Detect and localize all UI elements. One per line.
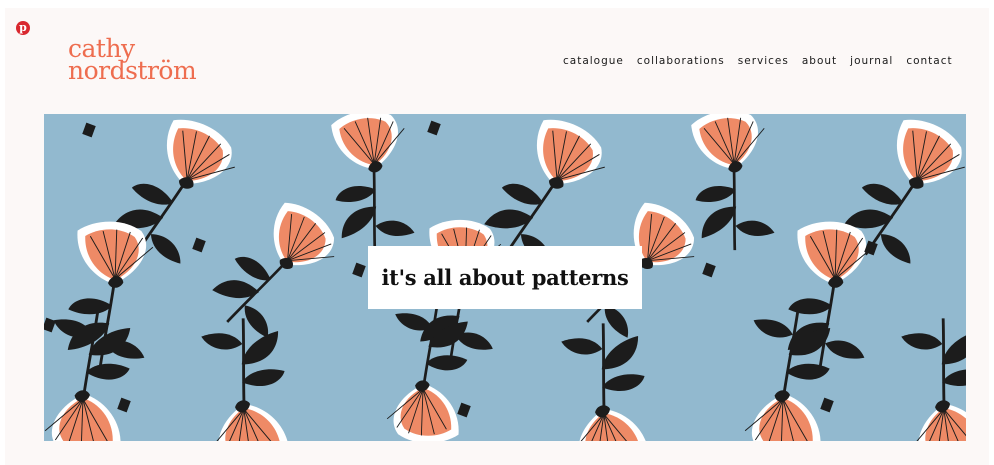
confetti-shape bbox=[117, 397, 131, 413]
nav-catalogue[interactable]: catalogue bbox=[563, 55, 624, 67]
flower-motif bbox=[212, 202, 335, 338]
confetti-shape bbox=[44, 317, 56, 333]
nav-contact[interactable]: contact bbox=[906, 55, 952, 67]
confetti-shape bbox=[457, 402, 471, 418]
hero-banner: it's all about patterns bbox=[44, 114, 966, 441]
flower-motif bbox=[201, 318, 290, 441]
main-nav: catalogue collaborations services about … bbox=[563, 55, 953, 67]
confetti-shape bbox=[192, 237, 206, 253]
site-logo[interactable]: cathy nordström bbox=[68, 36, 197, 85]
flower-motif bbox=[787, 221, 874, 369]
nav-journal[interactable]: journal bbox=[850, 55, 893, 67]
flower-motif bbox=[386, 303, 468, 441]
flower-motif bbox=[561, 323, 650, 441]
confetti-shape bbox=[82, 122, 96, 138]
confetti-shape bbox=[352, 262, 366, 278]
confetti-shape bbox=[702, 262, 716, 278]
flower-motif bbox=[744, 309, 831, 441]
hero-tagline: it's all about patterns bbox=[381, 265, 629, 290]
flower-motif bbox=[901, 318, 966, 441]
confetti-shape bbox=[427, 120, 441, 136]
logo-line-2: nordström bbox=[68, 56, 197, 85]
nav-services[interactable]: services bbox=[738, 55, 789, 67]
pinterest-icon[interactable]: p bbox=[16, 21, 30, 35]
nav-collaborations[interactable]: collaborations bbox=[637, 55, 725, 67]
tagline-box: it's all about patterns bbox=[368, 246, 642, 309]
confetti-shape bbox=[820, 397, 834, 413]
nav-about[interactable]: about bbox=[802, 55, 837, 67]
